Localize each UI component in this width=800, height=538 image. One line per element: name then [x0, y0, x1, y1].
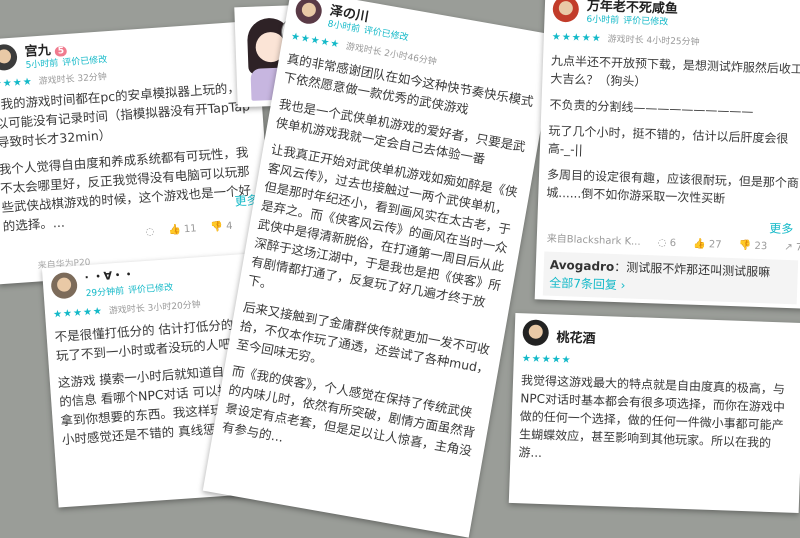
rating-stars: ★★★★ — [0, 76, 34, 91]
avatar[interactable] — [50, 271, 79, 300]
review-card-gongjiu: 宫九 5 5小时前 评价已修改 ★★★★ 游戏时长 32分钟 *我的游戏时间都在pc的… — [0, 20, 274, 285]
rating-stars: ★★★★★ — [551, 31, 602, 45]
edited-label: 评价已修改 — [127, 283, 174, 297]
share-icon[interactable]: ↗ 7 — [784, 242, 800, 254]
reply-text: 测试服不炸那还叫测试服嘛 — [625, 260, 771, 280]
review-header: 宫九 5 5小时前 评价已修改 — [0, 21, 259, 80]
review-body[interactable]: 真的非常感谢团队在如今这种快节奏快乐模式下依然愿意做一款优秀的武侠游戏 我也是一… — [219, 49, 539, 488]
post-time: 29分钟前 — [85, 286, 125, 300]
avatar[interactable] — [293, 0, 324, 26]
dislike-icon[interactable]: 👎 4 — [210, 221, 233, 234]
post-time: 8小时前 — [326, 19, 361, 35]
more-link[interactable]: 更多 — [769, 219, 794, 237]
review-card-xianyu: 万年老不死咸鱼 6小时前 评价已修改 ★★★★★ 游戏时长 4小时25分钟 九点半还… — [534, 0, 800, 309]
edited-label: 评价已修改 — [362, 25, 410, 44]
action-bar: 来自Blackshark K... ◌ 6 👍 27 👎 23 ↗ 7 — [547, 230, 800, 254]
review-body[interactable]: *我的游戏时间都在pc的安卓模拟器上玩的，所以可能没有记录时间（指模拟器没有开T… — [0, 77, 262, 244]
avatar[interactable] — [552, 0, 580, 23]
post-time: 6小时前 — [586, 14, 620, 26]
review-paragraph: *我的游戏时间都在pc的安卓模拟器上玩的，所以可能没有记录时间（指模拟器没有开T… — [0, 79, 253, 151]
device-label: 来自Blackshark K... — [546, 233, 641, 248]
avatar[interactable] — [522, 319, 550, 347]
reply-username[interactable]: Avogadro — [550, 258, 615, 274]
review-paragraph: 九点半还不开放预下载，是想测试炸服然后收工大吉么？（狗头） — [550, 53, 800, 89]
play-duration: 游戏时长 4小时25分钟 — [607, 34, 700, 48]
username[interactable]: 桃花酒 — [556, 326, 596, 346]
review-paragraph: 不负责的分割线—————————— — [549, 97, 754, 119]
review-body[interactable]: 九点半还不开放预下载，是想测试炸服然后收工大吉么？（狗头） 不负责的分割线———… — [546, 52, 800, 219]
play-duration: 游戏时长 3小时20分钟 — [108, 300, 202, 317]
review-paragraph: 玩了几个小时，挺不错的，估计以后肝度会很高-_-|| — [547, 123, 789, 157]
rating-stars: ★★★★★ — [52, 306, 104, 321]
like-icon[interactable]: 👍 27 — [693, 239, 722, 251]
review-paragraph: 我觉得这游戏最大的特点就是自由度真的极高，与NPC对话时基本都会有很多项选择，而… — [518, 373, 786, 461]
avatar[interactable] — [0, 43, 18, 72]
post-time: 5小时前 — [25, 58, 59, 71]
review-card-taohuajiu: 桃花酒 ★★★★★ 我觉得这游戏最大的特点就是自由度真的极高，与NPC对话时基本… — [508, 312, 800, 514]
dislike-icon[interactable]: 👎 23 — [739, 240, 768, 252]
edited-label: 评价已修改 — [622, 16, 669, 28]
review-paragraph: 多周目的设定很有趣，应该很耐玩，但是那个商城......倒不如你游采取一次性买断 — [546, 167, 800, 206]
review-body[interactable]: 我觉得这游戏最大的特点就是自由度真的极高，与NPC对话时基本都会有很多项选择，而… — [518, 371, 795, 479]
reply-block[interactable]: Avogadro：测试服不炸那还叫测试服嘛 全部7条回复 › — [542, 251, 799, 305]
like-icon[interactable]: 👍 11 — [168, 223, 197, 236]
all-replies-link[interactable]: 全部7条回复 › — [549, 276, 626, 293]
edited-label: 评价已修改 — [62, 55, 108, 69]
play-duration: 游戏时长 32分钟 — [38, 72, 108, 88]
comment-icon[interactable]: ◌ — [145, 226, 154, 238]
comment-icon[interactable]: ◌ 6 — [658, 237, 677, 249]
rating-stars: ★★★★★ — [521, 353, 572, 366]
